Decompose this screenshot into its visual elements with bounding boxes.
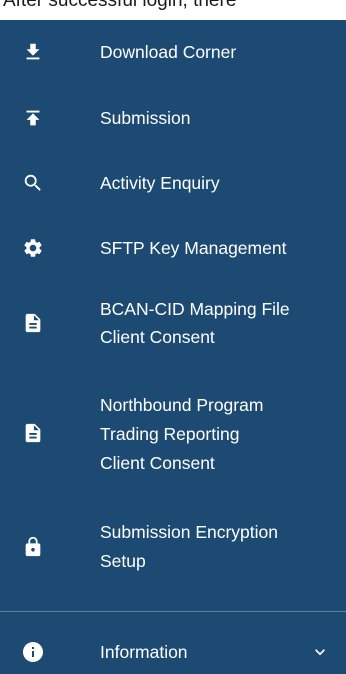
download-icon bbox=[20, 39, 46, 65]
document-icon bbox=[20, 310, 46, 336]
sidebar-item-label: BCAN-CID Mapping File Client Consent bbox=[100, 299, 290, 347]
sidebar-item-northbound-program[interactable]: Northbound Program Trading Reporting Cli… bbox=[0, 386, 346, 480]
document-caption: After successful login, there bbox=[0, 0, 346, 22]
sidebar-item-information[interactable]: Information bbox=[0, 634, 346, 670]
sidebar-item-label: Activity Enquiry bbox=[100, 173, 220, 193]
sidebar-nav: Download Corner Submission Activity Enqu… bbox=[0, 20, 346, 674]
sidebar-item-sftp-key-management[interactable]: SFTP Key Management bbox=[0, 230, 346, 266]
sidebar-item-label: Submission Encryption Setup bbox=[100, 522, 278, 571]
search-icon bbox=[20, 170, 46, 196]
sidebar-item-label: Submission bbox=[100, 108, 191, 128]
gear-icon bbox=[20, 235, 46, 261]
info-icon bbox=[20, 639, 46, 665]
chevron-down-icon[interactable] bbox=[310, 642, 330, 662]
upload-icon bbox=[20, 105, 46, 131]
sidebar-divider bbox=[0, 611, 346, 612]
sidebar-item-activity-enquiry[interactable]: Activity Enquiry bbox=[0, 165, 346, 201]
caption-text: After successful login, there bbox=[3, 0, 237, 11]
lock-icon bbox=[20, 534, 46, 560]
sidebar-item-label: Northbound Program Trading Reporting Cli… bbox=[100, 395, 264, 473]
sidebar-item-label: SFTP Key Management bbox=[100, 238, 287, 258]
sidebar-item-submission-encryption[interactable]: Submission Encryption Setup bbox=[0, 515, 346, 579]
sidebar-item-label: Information bbox=[100, 642, 188, 662]
sidebar-item-download-corner[interactable]: Download Corner bbox=[0, 34, 346, 70]
sidebar-item-bcan-cid-mapping[interactable]: BCAN-CID Mapping File Client Consent bbox=[0, 292, 346, 354]
sidebar-item-label: Download Corner bbox=[100, 42, 237, 62]
document-icon bbox=[20, 420, 46, 446]
sidebar-item-submission[interactable]: Submission bbox=[0, 100, 346, 136]
